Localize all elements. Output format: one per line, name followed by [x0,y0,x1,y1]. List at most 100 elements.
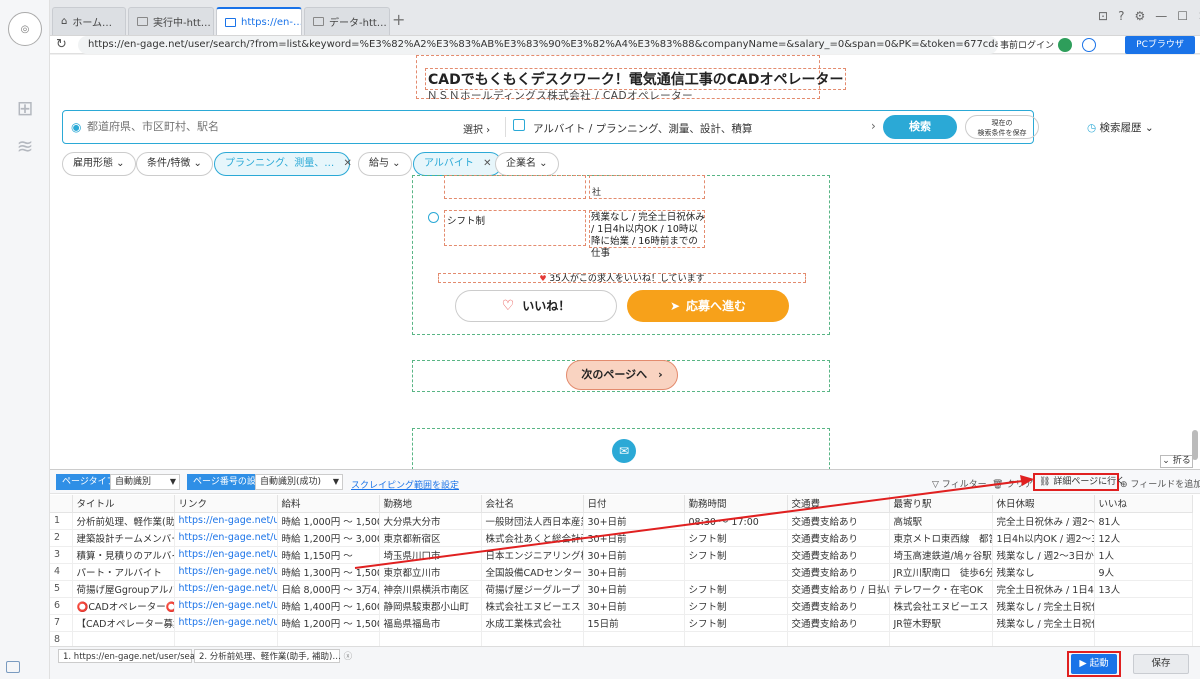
tab-home[interactable]: ⌂ ホーム… [52,7,126,35]
table-cell[interactable]: テレワーク・在宅OK [889,580,993,598]
col-header[interactable]: いいね [1094,495,1193,513]
refresh-icon[interactable]: ↻ [56,37,67,52]
table-cell[interactable]: 残業なし / 週2～3日からOK [992,546,1095,564]
table-row[interactable]: 5荷揚げ屋Ggroupアルバイトhttps://en-gage.net/user… [50,580,1193,598]
table-cell[interactable]: 時給 1,400円 ～ 1,600円 [277,597,380,615]
table-cell[interactable]: 高城駅 [889,512,993,530]
fold-panel-button[interactable]: ⌄ 折る [1160,455,1193,468]
col-header[interactable]: タイトル [72,495,175,513]
table-cell[interactable] [583,631,685,646]
save-button[interactable]: 保存 [1133,654,1189,674]
table-cell[interactable]: 時給 1,000円 ～ 1,500円 [277,512,380,530]
job-title[interactable]: CADでもくもくデスクワーク！電気通信工事のCADオペレーター [425,68,847,90]
table-cell[interactable]: 1人 [1094,546,1193,564]
new-task-icon[interactable]: ⊞ [13,96,37,120]
table-cell[interactable] [277,631,380,646]
layers-icon[interactable]: ≋ [13,134,37,158]
mail-icon[interactable]: ✉ [612,439,636,463]
page-number-select[interactable]: 自動識別(成功) ▼ [255,474,343,490]
pc-browser-button[interactable]: PCブラウザ [1125,36,1195,54]
table-cell[interactable]: 交通費支給あり [787,614,890,632]
scrape-range-link[interactable]: スクレイピング範囲を設定 [351,478,459,491]
table-row[interactable]: 8 [50,631,1193,646]
table-cell[interactable]: 完全土日祝休み / 週2～3… [992,512,1095,530]
table-cell[interactable]: https://en-gage.net/user/s… [174,529,278,547]
table-cell[interactable]: 13人 [1094,580,1193,598]
table-cell[interactable]: 株式会社あくと総合計画 [481,529,584,547]
table-cell[interactable] [1094,614,1193,632]
col-header[interactable]: リンク [174,495,278,513]
filter-company-name[interactable]: 企業名 ⌄ [495,152,559,176]
table-cell[interactable]: 大分県大分市 [379,512,482,530]
table-cell[interactable]: https://en-gage.net/user/s… [174,512,278,530]
table-cell[interactable] [684,563,788,581]
table-row[interactable]: 1分析前処理、軽作業(助手、…https://en-gage.net/user/… [50,512,1193,530]
save-search-button[interactable]: 現在の 検索条件を保存 [965,115,1039,139]
table-cell[interactable]: 残業なし [992,563,1095,581]
like-button[interactable]: ♡ いいね！ [455,290,617,322]
table-cell[interactable]: 30+日前 [583,512,685,530]
table-cell[interactable]: 福島県福島市 [379,614,482,632]
filter-job-category[interactable]: プランニング、測量、… ✕ [214,152,352,176]
next-page-button[interactable]: 次のページへ › [566,360,678,390]
minimize-icon[interactable]: — [1155,9,1167,23]
maximize-icon[interactable]: ☐ [1177,9,1188,23]
table-cell[interactable]: 建築設計チームメンバー(… [72,529,175,547]
filter-salary[interactable]: 給与 ⌄ [358,152,412,176]
search-history-button[interactable]: ◷ 検索履歴 ⌄ [1087,120,1154,135]
table-cell[interactable]: https://en-gage.net/user/s… [174,580,278,598]
clear-button[interactable]: 🗑 クリア [992,477,1033,490]
location-input[interactable] [87,111,467,143]
table-row[interactable]: 7【CADオペレーター募集…https://en-gage.net/user/s… [50,614,1193,632]
col-header[interactable]: 勤務時間 [684,495,788,513]
table-cell[interactable] [787,631,890,646]
table-cell[interactable] [379,631,482,646]
user-icon[interactable] [1082,38,1096,52]
tab-running[interactable]: 実行中-htt… ✕ [128,7,214,35]
table-cell[interactable]: 荷揚げ屋Ggroupアルバイト [72,580,175,598]
row-number[interactable]: 1 [50,512,73,530]
table-cell[interactable]: 日本エンジニアリング株… [481,546,584,564]
gear-icon[interactable]: ⚙ [1134,9,1145,23]
gift-icon[interactable]: ⊡ [1098,9,1108,23]
table-cell[interactable]: シフト制 [684,580,788,598]
col-header[interactable]: 勤務地 [379,495,482,513]
table-cell[interactable]: https://en-gage.net/user/s… [174,597,278,615]
row-number[interactable]: 3 [50,546,73,564]
table-cell[interactable]: 時給 1,300円 ～ 1,500円 [277,563,380,581]
table-cell[interactable]: JR立川駅南口 徒歩6分… [889,563,993,581]
table-cell[interactable]: 12人 [1094,529,1193,547]
table-row[interactable]: 4パート・アルバイトhttps://en-gage.net/user/s…時給 … [50,563,1193,581]
table-cell[interactable]: JR笹木野駅 [889,614,993,632]
table-cell[interactable] [1094,631,1193,646]
table-cell[interactable]: 水成工業株式会社 [481,614,584,632]
table-cell[interactable]: 交通費支給あり / 日払い… [787,580,890,598]
table-cell[interactable]: 埼玉高速鉄道/鳩ヶ谷駅 [889,546,993,564]
table-cell[interactable]: 東京メトロ東西線 都営… [889,529,993,547]
table-cell[interactable] [1094,597,1193,615]
add-field-button[interactable]: ⊕ フィールドを追加 [1120,477,1200,490]
table-cell[interactable]: 交通費支給あり [787,597,890,615]
table-cell[interactable]: 1日4h以内OK / 週2～3日… [992,529,1095,547]
table-cell[interactable] [174,631,278,646]
row-number[interactable]: 2 [50,529,73,547]
table-cell[interactable]: 積算・見積りのアルバイ… [72,546,175,564]
col-header[interactable]: 休日休暇 [992,495,1095,513]
table-cell[interactable]: 埼玉県川口市 [379,546,482,564]
table-cell[interactable]: 残業なし / 完全土日祝休… [992,614,1095,632]
col-header[interactable] [50,495,73,513]
message-icon[interactable] [6,661,20,673]
prelogin-button[interactable]: 事前ログイン [1000,38,1054,51]
filter-part-time[interactable]: アルバイト ✕ [413,152,503,176]
filter-employment-type[interactable]: 雇用形態 ⌄ [62,152,136,176]
table-cell[interactable]: 分析前処理、軽作業(助手、… [72,512,175,530]
col-header[interactable]: 交通費 [787,495,890,513]
row-number[interactable]: 8 [50,631,73,646]
table-cell[interactable] [992,631,1095,646]
result-tab-1[interactable]: 1. https://en-gage.net/user/search/… [58,649,220,663]
chevron-right-icon[interactable]: › [871,119,876,133]
table-cell[interactable] [889,631,993,646]
table-row[interactable]: 2建築設計チームメンバー(…https://en-gage.net/user/s… [50,529,1193,547]
row-number[interactable]: 7 [50,614,73,632]
table-cell[interactable]: https://en-gage.net/user/s… [174,614,278,632]
